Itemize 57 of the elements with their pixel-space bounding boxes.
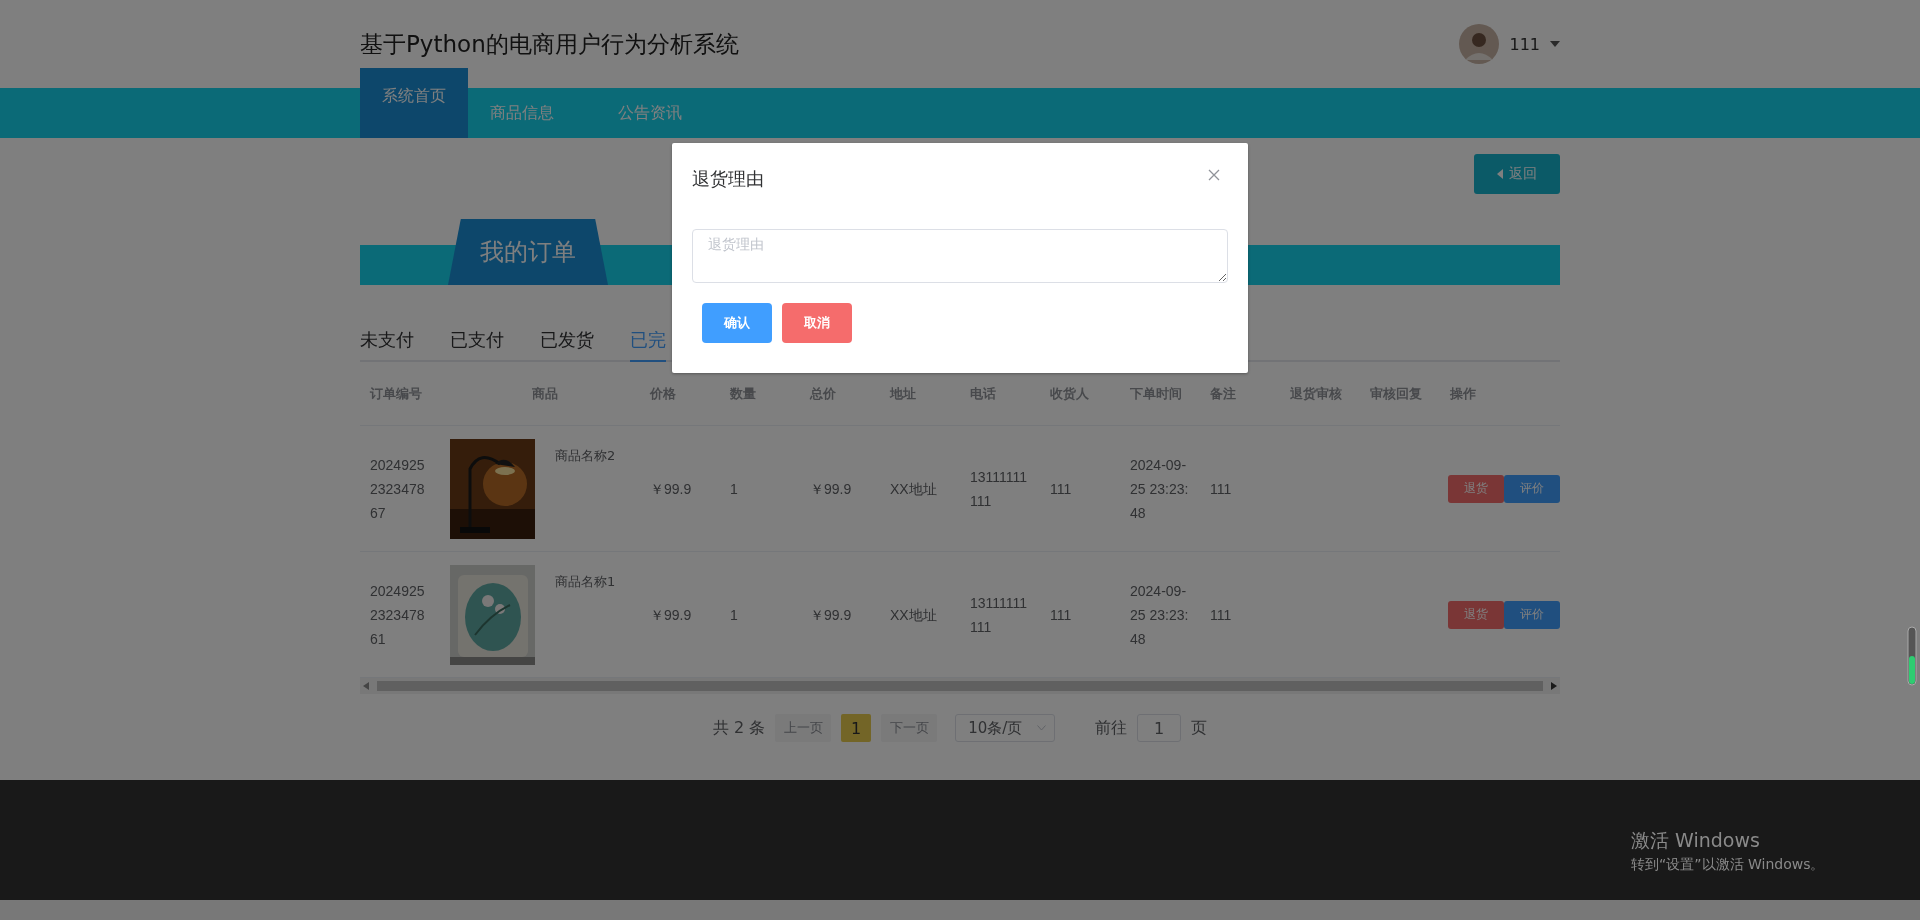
table-cell-text: ￥99.9 [809,605,853,625]
table-cell-text: 1 [729,479,739,499]
action-button[interactable]: 评价 [1504,600,1560,629]
nav-item[interactable]: 公告资讯 [596,88,704,138]
action-button[interactable]: 退货 [1448,600,1504,629]
caret-icon [1497,169,1503,179]
total-count: 共 2 条 [712,717,766,739]
table-cell-text: XX地址 [889,479,938,499]
user-name[interactable]: 111 [1509,34,1540,54]
back-button[interactable]: 返回 [1474,154,1560,194]
scroll-thumb[interactable] [377,681,1543,691]
tab[interactable]: 已完 [630,328,666,362]
tab[interactable]: 已发货 [540,328,594,362]
nav-item[interactable]: 商品信息 [468,88,576,138]
avatar[interactable] [1459,24,1500,64]
product-name: 商品名称1 [555,572,616,591]
scroll-indicator-icon [1907,626,1917,686]
tab[interactable]: 未支付 [360,328,414,362]
table-cell-text: ￥99.9 [649,605,693,625]
close-icon[interactable] [1208,169,1220,181]
table-cell-text: 13111111111 [969,593,1029,637]
horizontal-scrollbar[interactable] [360,678,1560,694]
left-arrow-icon[interactable] [363,682,369,690]
dialog-button[interactable]: 取消 [782,303,852,343]
goto-label: 前往 [1095,717,1128,739]
page-size-select[interactable]: 10条/页 [955,714,1056,742]
table-cell-text: 2024925232347867 [369,455,426,523]
table-cell-text: ￥99.9 [809,479,853,499]
section-title: 我的订单 [448,219,608,285]
table-cell-text: 111 [1049,479,1073,499]
chevron-icon [1037,725,1047,731]
action-button[interactable]: 退货 [1448,474,1504,503]
table-cell-text: 111 [1209,605,1233,625]
reason-field[interactable]: 退货理由 [692,229,1228,283]
right-arrow-icon[interactable] [1551,682,1557,690]
table-cell-text: 2024925232347861 [369,581,426,649]
page-number[interactable]: 1 [841,714,872,742]
table-cell-text: 1 [729,605,739,625]
table-cell-text: 2024-09-25 23:23:48 [1129,455,1190,523]
table-cell-text: 2024-09-25 23:23:48 [1129,581,1190,649]
nav-item[interactable]: 系统首页 [360,68,468,138]
table-cell-text: 111 [1049,605,1073,625]
table-cell-text: 111 [1209,479,1233,499]
product-name: 商品名称2 [555,446,616,465]
table-cell-text: ￥99.9 [649,479,693,499]
site-title: 基于Python的电商用户行为分析系统 [360,29,739,59]
table-cell-text: 13111111111 [969,467,1029,511]
dialog-title: 退货理由 [692,167,764,191]
page-input[interactable]: 1 [1137,714,1182,742]
tab[interactable]: 已支付 [450,328,504,362]
action-button[interactable]: 评价 [1504,474,1560,503]
page-suffix: 页 [1191,717,1208,739]
table-cell-text: XX地址 [889,605,938,625]
dialog-button[interactable]: 确认 [702,303,772,343]
caret-icon[interactable] [1550,41,1560,47]
activation-text: 转到“设置”以激活 Windows。 [1631,856,1825,874]
activation-title: 激活 Windows [1631,828,1761,853]
